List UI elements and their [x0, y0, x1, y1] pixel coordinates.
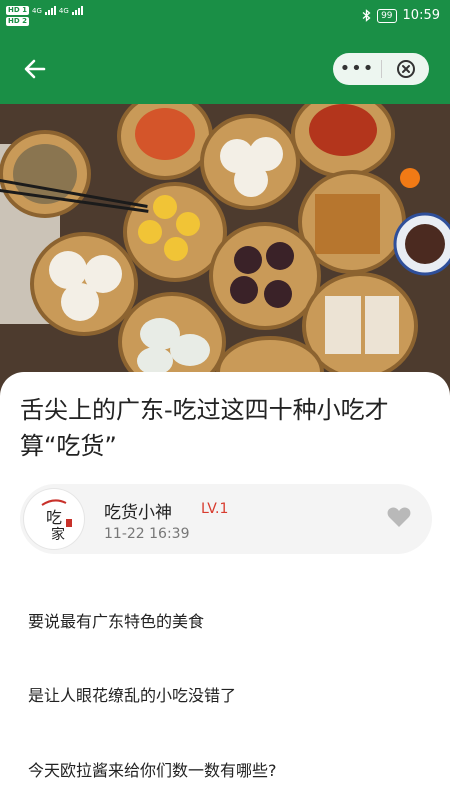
- avatar-char-2: 家: [51, 526, 65, 543]
- level-badge: LV.1: [201, 501, 229, 517]
- paragraph: 今天欧拉酱来给你们数一数有哪些?: [28, 761, 277, 780]
- network-label-1: 4G: [31, 6, 42, 15]
- author-card[interactable]: 吃 家 吃货小神 LV.1 11-22 16:39: [20, 484, 432, 554]
- paragraph: 要说最有广东特色的美食: [28, 612, 205, 631]
- heart-icon[interactable]: [386, 505, 412, 529]
- close-circle-icon: [396, 60, 415, 78]
- avatar-char-1: 吃: [46, 508, 62, 527]
- hero-image: [0, 104, 450, 404]
- status-right: 99 10:59: [362, 8, 440, 23]
- signal-icon: [71, 6, 83, 15]
- back-arrow-icon[interactable]: [20, 54, 50, 84]
- mini-program-capsule: •••: [333, 53, 429, 85]
- signal-icon: [44, 6, 56, 15]
- status-bar: HD 1 4G 4G HD 2 99 10:59: [0, 0, 450, 34]
- bluetooth-icon: [362, 9, 371, 22]
- author-name[interactable]: 吃货小神: [104, 498, 172, 523]
- avatar[interactable]: 吃 家: [24, 489, 84, 549]
- article-title: 舌尖上的广东-吃过这四十种小吃才算“吃货”: [20, 396, 389, 460]
- article-card: 舌尖上的广东-吃过这四十种小吃才算“吃货” 吃 家 吃货小神 LV.1 11-2…: [0, 372, 450, 800]
- sim2-badge: HD 2: [6, 17, 29, 26]
- sim1-badge: HD 1: [6, 6, 29, 15]
- signal-group: HD 1 4G 4G HD 2: [6, 6, 83, 26]
- network-label-2: 4G: [58, 6, 69, 15]
- more-button[interactable]: •••: [333, 53, 381, 85]
- battery-icon: 99: [377, 8, 397, 23]
- close-button[interactable]: [382, 58, 429, 80]
- clock: 10:59: [402, 8, 440, 23]
- nav-bar: •••: [0, 34, 450, 104]
- paragraph: 是让人眼花缭乱的小吃没错了: [28, 686, 237, 705]
- publish-time: 11-22 16:39: [104, 526, 190, 542]
